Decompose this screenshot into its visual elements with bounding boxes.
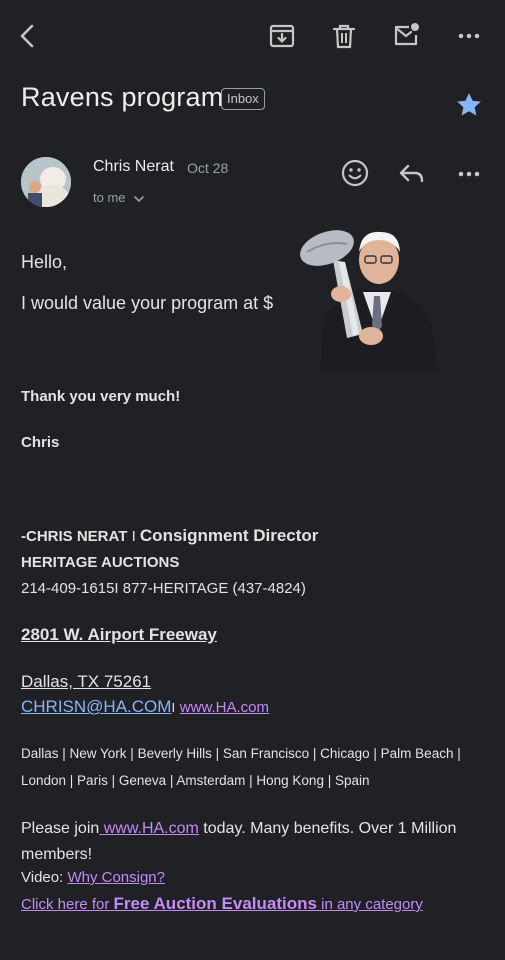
locations-line-1: Dallas | New York | Beverly Hills | San … <box>21 746 461 761</box>
sender-name[interactable]: Chris Nerat <box>93 158 174 176</box>
inbox-label-badge[interactable]: Inbox <box>221 88 265 110</box>
more-icon <box>458 33 480 39</box>
mark-unread-button[interactable] <box>392 22 420 50</box>
join-prefix: Please join <box>21 820 100 837</box>
sender-avatar[interactable] <box>21 157 71 207</box>
star-icon <box>457 93 481 116</box>
valuation-text: I would value your program at $ <box>21 293 274 313</box>
signature-company: HERITAGE AUCTIONS <box>21 554 180 571</box>
signature-divider: I <box>131 528 136 545</box>
locations-line-2: London | Paris | Geneva | Amsterdam | Ho… <box>21 773 370 788</box>
signature-name: -CHRIS NERAT <box>21 528 128 545</box>
delete-button[interactable] <box>330 22 358 50</box>
signature-name-line: -CHRIS NERAT I Consignment Director <box>21 526 318 546</box>
message-more-button[interactable] <box>455 160 483 188</box>
email-date: Oct 28 <box>187 160 229 176</box>
back-button[interactable] <box>14 22 42 50</box>
more-options-button[interactable] <box>455 22 483 50</box>
smiley-icon <box>341 159 369 187</box>
video-label: Video: <box>21 869 68 886</box>
trophy-sticker-image <box>293 222 443 372</box>
signature-phones: 214-409-1615I 877-HERITAGE (437-4824) <box>21 580 306 597</box>
city-address-link[interactable]: Dallas, TX 75261 <box>21 672 151 692</box>
website-link[interactable]: www.HA.com <box>180 699 269 716</box>
more-icon <box>458 171 480 177</box>
email-separator: I <box>171 700 176 715</box>
click-here-link[interactable]: Click here for <box>21 896 114 913</box>
why-consign-link[interactable]: Why Consign? <box>67 869 165 886</box>
signature-title: Consignment Director <box>139 526 319 545</box>
thanks-text: Thank you very much! <box>21 388 181 405</box>
office-locations: Dallas | New York | Beverly Hills | San … <box>21 742 491 793</box>
evaluation-line: Click here for Free Auction Evaluations … <box>21 894 423 914</box>
trash-icon <box>332 24 356 49</box>
mail-unread-icon <box>394 23 419 46</box>
signoff-text: Chris <box>21 434 60 451</box>
join-website-link[interactable]: www.HA.com <box>99 820 199 837</box>
avatar-photo <box>21 157 71 207</box>
recipient-details-toggle[interactable]: to me <box>93 190 145 205</box>
join-paragraph: Please join www.HA.com today. Many benef… <box>21 816 491 868</box>
back-arrow-icon <box>20 24 34 48</box>
contact-email-line: CHRISN@HA.COMI www.HA.com <box>21 697 269 717</box>
greeting-text: Hello, <box>21 252 68 272</box>
any-category-link[interactable]: in any category <box>317 896 423 913</box>
street-address-link[interactable]: 2801 W. Airport Freeway <box>21 625 217 645</box>
video-line: Video: Why Consign? <box>21 869 165 886</box>
free-evaluations-link[interactable]: Free Auction Evaluations <box>114 894 317 913</box>
email-address-link[interactable]: CHRISN@HA.COM <box>21 697 171 716</box>
recipient-text: to me <box>93 190 126 205</box>
reply-icon <box>399 164 424 183</box>
emoji-react-button[interactable] <box>340 158 370 188</box>
archive-icon <box>269 24 295 48</box>
star-button[interactable] <box>454 90 484 120</box>
archive-button[interactable] <box>268 22 296 50</box>
chevron-down-icon <box>134 195 144 202</box>
email-subject: Ravens program <box>21 82 224 112</box>
reply-button[interactable] <box>398 160 426 188</box>
